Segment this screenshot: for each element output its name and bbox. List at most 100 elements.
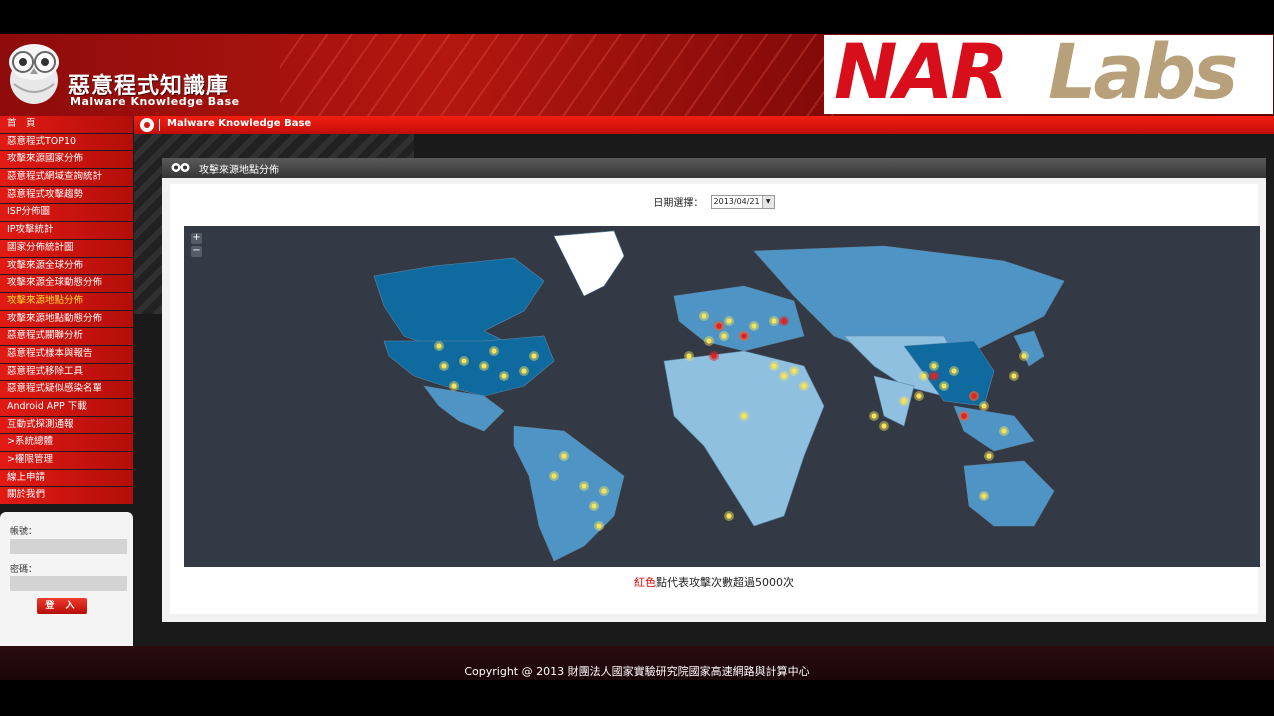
panel-title: 攻擊來源地點分佈: [199, 165, 279, 176]
attack-dot: [596, 523, 602, 529]
zoom-in-button[interactable]: +: [191, 233, 202, 244]
content-panel-body: 日期選擇： 2013/04/21 ▼ + − 紅色點代表攻擊次數超過5000次: [170, 184, 1260, 614]
attack-dot: [981, 403, 987, 409]
zoom-out-button[interactable]: −: [191, 246, 202, 257]
attack-dot: [591, 503, 597, 509]
land-greenland: [553, 230, 625, 297]
attack-dot: [986, 453, 992, 459]
attack-dot: [501, 373, 507, 379]
attack-dot: [521, 368, 527, 374]
attack-dot: [801, 383, 807, 389]
sidebar-item[interactable]: 攻擊來源全球分佈: [0, 257, 133, 275]
date-value: 2013/04/21: [713, 196, 760, 206]
owl-logo-icon: [9, 44, 59, 104]
narlabs-logo: NAR Labs: [824, 34, 1273, 116]
attack-dot: [741, 413, 747, 419]
sidebar-item[interactable]: 惡意程式TOP10: [0, 133, 133, 151]
sidebar-item[interactable]: 互動式探測通報: [0, 416, 133, 434]
legend-red-label: 紅色: [634, 576, 656, 589]
sidebar-item[interactable]: 惡意程式攻擊趨勢: [0, 186, 133, 204]
attack-dot: [481, 363, 487, 369]
attack-dot: [771, 363, 777, 369]
sidebar-item[interactable]: 惡意程式移除工具: [0, 363, 133, 381]
attack-dot: [951, 368, 957, 374]
sidebar-item[interactable]: >系統總體: [0, 434, 133, 452]
map-legend: 紅色點代表攻擊次數超過5000次: [170, 574, 1258, 590]
land-japan: [1013, 330, 1045, 367]
attack-dot-red: [781, 318, 787, 324]
attack-dot: [451, 383, 457, 389]
attack-dot-red: [711, 353, 717, 359]
password-input[interactable]: [10, 576, 127, 591]
sidebar-item[interactable]: 線上申請: [0, 469, 133, 487]
site-header: 惡意程式知識庫 Malware Knowledge Base NAR Labs: [0, 34, 1274, 116]
sidebar-item[interactable]: 首 頁: [0, 116, 133, 133]
attack-dot: [1021, 353, 1027, 359]
land-usa: [383, 335, 555, 397]
attack-dot: [701, 313, 707, 319]
sidebar-item[interactable]: 攻擊來源地點動態分佈: [0, 310, 133, 328]
brand-subtitle: Malware Knowledge Base: [70, 95, 240, 108]
date-select[interactable]: 2013/04/21 ▼: [710, 194, 775, 209]
attack-dot: [1001, 428, 1007, 434]
attack-dot: [921, 373, 927, 379]
copyright-text: Copyright @ 2013 財團法人國家實驗研究院國家高速網路與計算中心: [464, 665, 810, 678]
password-label: 密碼：: [10, 565, 38, 575]
account-input[interactable]: [10, 539, 127, 554]
attack-dot: [721, 333, 727, 339]
attack-dot-red: [961, 413, 967, 419]
attack-dot: [781, 373, 787, 379]
attack-dot: [686, 353, 692, 359]
sidebar-menu: 首 頁惡意程式TOP10 攻擊來源國家分佈 惡意程式網域查詢統計 惡意程式攻擊趨勢 IS…: [0, 116, 133, 505]
sidebar-item[interactable]: IP攻擊統計: [0, 222, 133, 239]
sidebar-item[interactable]: 攻擊來源全球動態分佈: [0, 275, 133, 292]
attack-dot: [706, 338, 712, 344]
sidebar-item[interactable]: 國家分佈統計圖: [0, 239, 133, 257]
content-panel: 日期選擇： 2013/04/21 ▼ + − 紅色點代表攻擊次數超過5000次: [162, 178, 1266, 622]
attack-dot: [901, 398, 907, 404]
world-map-canvas[interactable]: [184, 226, 1260, 567]
sidebar-item[interactable]: 攻擊來源國家分佈: [0, 151, 133, 169]
attack-dot: [791, 368, 797, 374]
sidebar-item[interactable]: 攻擊來源地點分佈: [0, 292, 133, 310]
account-label: 帳號：: [10, 527, 38, 537]
attack-dot: [491, 348, 497, 354]
land-australia: [963, 460, 1055, 527]
sidebar-item[interactable]: >權限管理: [0, 452, 133, 469]
dropdown-arrow-icon[interactable]: ▼: [761, 195, 774, 208]
sidebar-item[interactable]: ISP分佈圖: [0, 204, 133, 222]
narlabs-logo-nar: NAR: [834, 34, 1009, 116]
attack-dot: [531, 353, 537, 359]
narlabs-logo-labs: Labs: [1048, 34, 1238, 116]
attack-dot: [941, 383, 947, 389]
date-filter: 日期選擇： 2013/04/21 ▼: [170, 194, 1258, 209]
attack-dot: [1011, 373, 1017, 379]
attack-dot: [551, 473, 557, 479]
attack-dot: [581, 483, 587, 489]
breadcrumb-title: Malware Knowledge Base: [167, 118, 312, 129]
attack-dot: [771, 318, 777, 324]
attack-dot: [726, 318, 732, 324]
date-label: 日期選擇：: [653, 198, 704, 209]
app-screen: 惡意程式知識庫 Malware Knowledge Base NAR Labs …: [0, 34, 1274, 680]
owl-eyes-icon: [171, 163, 190, 172]
sidebar-item[interactable]: 關於我們: [0, 487, 133, 505]
login-button[interactable]: 登 入: [37, 598, 87, 614]
sidebar-item[interactable]: 惡意程式疑似感染名單: [0, 381, 133, 398]
attack-dot: [981, 493, 987, 499]
attack-dot: [561, 453, 567, 459]
attack-dot-red: [971, 393, 977, 399]
attack-dot: [931, 363, 937, 369]
home-icon[interactable]: [140, 118, 154, 132]
sidebar-item[interactable]: 惡意程式樣本與報告: [0, 345, 133, 363]
sidebar-item[interactable]: Android APP 下載: [0, 399, 133, 416]
attack-dot: [441, 363, 447, 369]
sidebar-item[interactable]: 惡意程式關聯分析: [0, 328, 133, 345]
attack-dot: [751, 323, 757, 329]
sidebar-item[interactable]: 惡意程式網域查詢統計: [0, 169, 133, 186]
attack-dot: [916, 393, 922, 399]
world-map[interactable]: + −: [184, 226, 1260, 567]
attack-dot: [436, 343, 442, 349]
attack-dot: [726, 513, 732, 519]
breadcrumb-bar: Malware Knowledge Base: [134, 116, 1274, 134]
